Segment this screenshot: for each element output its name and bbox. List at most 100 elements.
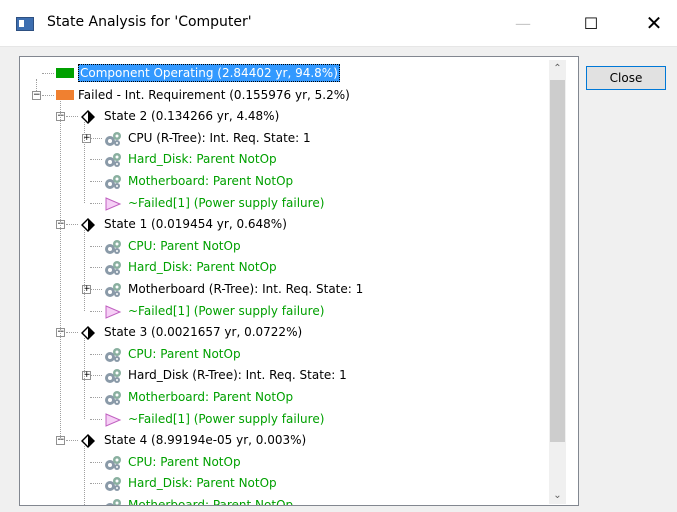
gate-icon bbox=[104, 196, 122, 215]
tree-item-label: CPU (R-Tree): Int. Req. State: 1 bbox=[128, 130, 311, 145]
tree-item[interactable]: State 3 (0.0021657 yr, 0.0722%) bbox=[104, 322, 302, 342]
tree-item[interactable]: Hard_Disk: Parent NotOp bbox=[128, 149, 277, 169]
tree-item-label: Motherboard (R-Tree): Int. Req. State: 1 bbox=[128, 282, 364, 296]
dialog-window: State Analysis for 'Computer' — ☐ ✕ Comp… bbox=[0, 0, 677, 512]
tree-item[interactable]: Hard_Disk: Parent NotOp bbox=[128, 473, 277, 493]
diamond-icon bbox=[80, 109, 96, 128]
tree-connector bbox=[90, 202, 102, 204]
tree-item[interactable]: CPU: Parent NotOp bbox=[128, 452, 241, 472]
tree-item[interactable]: Hard_Disk (R-Tree): Int. Req. State: 1 bbox=[128, 365, 347, 385]
tree-item-label: State 3 (0.0021657 yr, 0.0722%) bbox=[104, 325, 303, 340]
tree-item-label: Failed - Int. Requirement (0.155976 yr, … bbox=[78, 87, 350, 102]
tree-connector bbox=[42, 73, 54, 74]
tree-item[interactable]: CPU: Parent NotOp bbox=[128, 344, 241, 364]
tree-trunk-line bbox=[60, 100, 61, 441]
tree-item[interactable]: Motherboard: Parent NotOp bbox=[128, 495, 294, 506]
maximize-button[interactable]: ☐ bbox=[568, 0, 614, 47]
green-square-icon bbox=[56, 68, 74, 78]
tree-item-label: ~Failed[1] (Power supply failure) bbox=[128, 195, 325, 210]
tree-connector bbox=[90, 159, 102, 161]
title-bar: State Analysis for 'Computer' — ☐ ✕ bbox=[0, 0, 677, 47]
state-tree-view[interactable]: Component Operating (2.84402 yr, 94.8%) −… bbox=[19, 56, 579, 506]
tree-item[interactable]: ~Failed[1] (Power supply failure) bbox=[128, 409, 324, 429]
tree-connector bbox=[90, 461, 102, 463]
tree-item[interactable]: State 2 (0.134266 yr, 4.48%) bbox=[104, 106, 279, 126]
tree-connector bbox=[90, 505, 102, 506]
tree-connector bbox=[66, 224, 78, 226]
close-button[interactable]: Close bbox=[586, 66, 666, 90]
gears-icon bbox=[104, 174, 122, 193]
tree-item-label: Motherboard: Parent NotOp bbox=[128, 498, 294, 506]
tree-connector bbox=[90, 245, 102, 247]
minimize-button[interactable]: — bbox=[500, 0, 546, 47]
diamond-icon bbox=[80, 217, 96, 236]
gears-icon bbox=[104, 455, 122, 474]
tree-item[interactable]: CPU (R-Tree): Int. Req. State: 1 bbox=[128, 128, 311, 148]
tree-item-label: CPU: Parent NotOp bbox=[128, 454, 241, 469]
tree-connector bbox=[90, 267, 102, 269]
tree-connector bbox=[42, 94, 54, 96]
gears-icon bbox=[104, 239, 122, 258]
tree-item[interactable]: Motherboard (R-Tree): Int. Req. State: 1 bbox=[128, 279, 363, 299]
diamond-icon bbox=[80, 325, 96, 344]
gears-icon bbox=[104, 131, 122, 150]
tree-item-label: State 2 (0.134266 yr, 4.48%) bbox=[104, 109, 280, 124]
tree-item[interactable]: Component Operating (2.84402 yr, 94.8%) bbox=[78, 63, 340, 83]
gate-icon bbox=[104, 412, 122, 431]
scroll-thumb[interactable] bbox=[550, 80, 565, 442]
orange-square-icon bbox=[56, 89, 74, 100]
tree-connector bbox=[90, 483, 102, 485]
tree-item[interactable]: ~Failed[1] (Power supply failure) bbox=[128, 193, 324, 213]
tree-item-label: Hard_Disk: Parent NotOp bbox=[128, 260, 277, 275]
tree-connector bbox=[90, 353, 102, 355]
tree-trunk-line bbox=[84, 230, 85, 311]
tree-item-label: Hard_Disk: Parent NotOp bbox=[128, 152, 277, 167]
tree-connector bbox=[90, 418, 102, 420]
tree-connector bbox=[90, 375, 102, 377]
tree-item-label: State 4 (8.99194e-05 yr, 0.003%) bbox=[104, 433, 307, 448]
gears-icon bbox=[104, 260, 122, 279]
tree-item[interactable]: ~Failed[1] (Power supply failure) bbox=[128, 301, 324, 321]
tree-item-label: CPU: Parent NotOp bbox=[128, 346, 241, 361]
tree-item[interactable]: State 4 (8.99194e-05 yr, 0.003%) bbox=[104, 430, 306, 450]
vertical-scrollbar[interactable]: ⌃ ⌄ bbox=[549, 60, 566, 504]
tree-item[interactable]: State 1 (0.019454 yr, 0.648%) bbox=[104, 214, 287, 234]
tree-item-label: Component Operating (2.84402 yr, 94.8%) bbox=[78, 64, 340, 82]
tree-item[interactable]: Failed - Int. Requirement (0.155976 yr, … bbox=[78, 85, 350, 105]
scroll-down-arrow-icon[interactable]: ⌄ bbox=[549, 487, 566, 504]
tree-connector bbox=[66, 116, 78, 118]
tree-trunk-line bbox=[84, 122, 85, 203]
gears-icon bbox=[104, 498, 122, 505]
collapse-toggle-icon[interactable]: − bbox=[32, 90, 41, 100]
tree-connector bbox=[90, 397, 102, 398]
tree-connector bbox=[90, 181, 102, 182]
tree-item[interactable]: Motherboard: Parent NotOp bbox=[128, 387, 293, 407]
gears-icon bbox=[104, 476, 122, 495]
tree-item-label: ~Failed[1] (Power supply failure) bbox=[128, 303, 325, 318]
scroll-up-arrow-icon[interactable]: ⌃ bbox=[549, 60, 566, 77]
gears-icon bbox=[104, 282, 122, 301]
tree-trunk-line bbox=[84, 338, 85, 419]
tree-item-label: ~Failed[1] (Power supply failure) bbox=[128, 411, 325, 426]
tree-item-label: State 1 (0.019454 yr, 0.648%) bbox=[104, 217, 287, 232]
tree-item[interactable]: Motherboard: Parent NotOp bbox=[128, 171, 293, 191]
tree-item-label: CPU: Parent NotOp bbox=[128, 238, 241, 253]
tree-item[interactable]: CPU: Parent NotOp bbox=[128, 236, 241, 256]
tree-item-label: Hard_Disk (R-Tree): Int. Req. State: 1 bbox=[128, 368, 347, 383]
tree-item-label: Motherboard: Parent NotOp bbox=[128, 390, 294, 404]
tree-connector bbox=[90, 310, 102, 312]
gears-icon bbox=[104, 390, 122, 409]
tree-item-label: Motherboard: Parent NotOp bbox=[128, 174, 294, 188]
gate-icon bbox=[104, 304, 122, 323]
app-icon bbox=[16, 17, 34, 31]
tree-item-label: Hard_Disk: Parent NotOp bbox=[128, 476, 277, 491]
tree-trunk-line bbox=[36, 79, 37, 91]
close-window-button[interactable]: ✕ bbox=[631, 0, 677, 47]
tree-connector bbox=[90, 289, 102, 290]
tree-connector bbox=[66, 440, 78, 442]
tree-item[interactable]: Hard_Disk: Parent NotOp bbox=[128, 257, 277, 277]
gears-icon bbox=[104, 152, 122, 171]
window-title: State Analysis for 'Computer' bbox=[47, 14, 252, 30]
gears-icon bbox=[104, 368, 122, 387]
gears-icon bbox=[104, 347, 122, 366]
